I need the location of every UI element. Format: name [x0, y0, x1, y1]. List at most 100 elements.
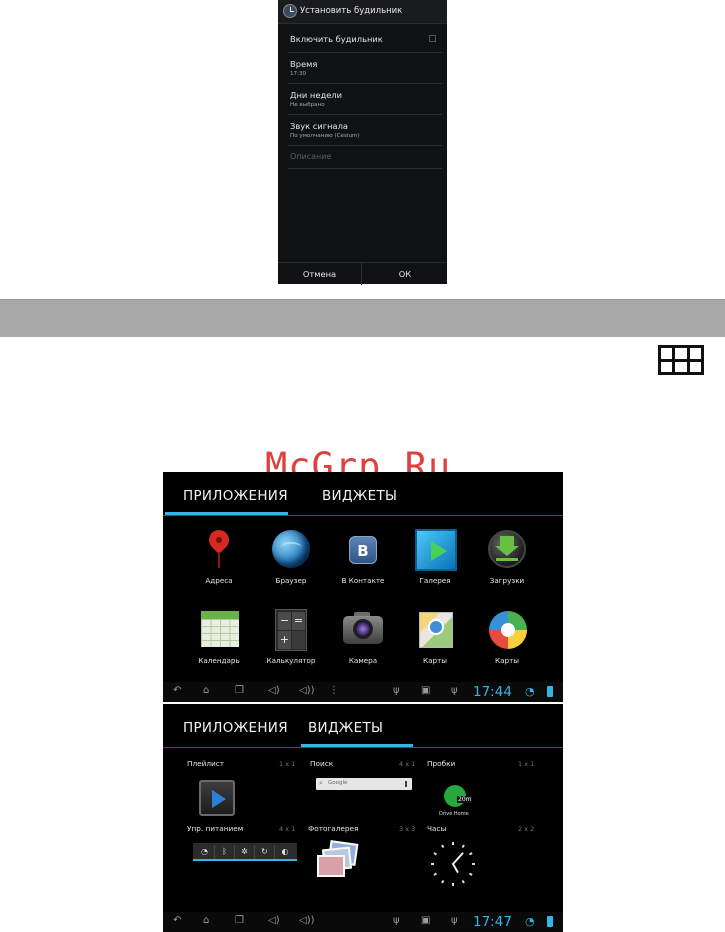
ok-button[interactable]: ОК: [363, 263, 447, 285]
volume-down-icon[interactable]: ◁): [268, 915, 280, 926]
sound-label: Звук сигнала: [290, 121, 348, 131]
mic-icon: [405, 781, 407, 787]
maps-pin-icon: [198, 525, 240, 570]
status-clock: 17:44: [473, 684, 512, 700]
app-calendar[interactable]: Календарь: [183, 608, 255, 665]
calculator-icon: − = +: [270, 608, 312, 651]
wifi-icon: ◔: [195, 845, 215, 859]
days-row[interactable]: Дни недели Не выбрано: [288, 84, 442, 115]
app-maps[interactable]: Карты: [399, 608, 471, 665]
description-placeholder: Описание: [290, 152, 332, 161]
app-downloads[interactable]: Загрузки: [471, 528, 543, 585]
search-widget-text: Google: [328, 780, 348, 786]
widget-size: 1 x 1: [279, 760, 296, 768]
tab-apps[interactable]: ПРИЛОЖЕНИЯ: [183, 488, 288, 504]
traffic-minutes: 20m: [457, 796, 473, 803]
app-label: Калькулятор: [266, 656, 316, 665]
tab-apps[interactable]: ПРИЛОЖЕНИЯ: [183, 720, 288, 736]
widget-size: 3 x 3: [399, 825, 416, 833]
battery-icon: [547, 916, 553, 927]
usb-icon: ψ: [393, 685, 400, 696]
app-calculator[interactable]: − = + Калькулятор: [255, 608, 327, 665]
tab-divider: [163, 515, 563, 516]
app-label: Галерея: [419, 576, 451, 585]
days-value: Не выбрано: [290, 102, 325, 108]
app-label: Карты: [423, 656, 447, 665]
back-icon[interactable]: ↶: [173, 915, 181, 926]
android-debug-icon: ▣: [421, 685, 431, 696]
widget-size: 2 x 2: [518, 825, 535, 833]
widgets-screen: ПРИЛОЖЕНИЯ ВИДЖЕТЫ Плейлист 1 x 1 Поиск …: [163, 704, 563, 932]
gallery-icon: [414, 528, 457, 571]
widget-size: 4 x 1: [279, 825, 296, 833]
app-browser[interactable]: Браузер: [255, 528, 327, 585]
playlist-widget-icon[interactable]: [199, 780, 235, 816]
photo-gallery-widget-icon[interactable]: [315, 840, 359, 882]
alarm-clock-icon: [283, 4, 297, 18]
wifi-icon: ◔: [525, 685, 535, 698]
home-icon[interactable]: ⌂: [203, 685, 209, 696]
sound-row[interactable]: Звук сигнала По умолчанию (Cesium): [288, 115, 442, 146]
volume-down-icon[interactable]: ◁): [268, 685, 280, 696]
app-label: В Контакте: [341, 576, 385, 585]
sync-icon: ↻: [255, 845, 275, 859]
all-apps-grid-icon: [658, 345, 704, 375]
globe-icon: [270, 528, 312, 570]
gps-icon: ✲: [235, 845, 255, 859]
dialog-title-bar: Установить будильник: [278, 0, 447, 24]
usb-connected-icon: ψ: [451, 685, 458, 696]
recent-apps-icon[interactable]: ❐: [235, 915, 244, 926]
app-label: Камера: [348, 656, 378, 665]
usb-connected-icon: ψ: [451, 915, 458, 926]
alarm-dialog: Установить будильник Включить будильник …: [278, 0, 447, 285]
widget-title: Фотогалерея: [308, 824, 359, 833]
brightness-icon: ◐: [281, 847, 289, 856]
usb-icon: ψ: [393, 915, 400, 926]
tab-bar: ПРИЛОЖЕНИЯ ВИДЖЕТЫ: [163, 704, 563, 748]
app-addresses[interactable]: Адреса: [183, 525, 255, 585]
analog-clock-widget-icon[interactable]: [431, 842, 475, 886]
widget-title: Плейлист: [187, 759, 225, 768]
tab-widgets[interactable]: ВИДЖЕТЫ: [308, 720, 383, 736]
cancel-button[interactable]: Отмена: [278, 263, 362, 285]
dialog-button-bar: Отмена ОК: [278, 262, 447, 285]
navigation-icon: [486, 608, 528, 650]
time-row[interactable]: Время 17:30: [288, 53, 442, 84]
time-value: 17:30: [290, 71, 307, 77]
menu-icon[interactable]: ⋮: [329, 685, 339, 696]
app-label: Браузер: [275, 576, 307, 585]
home-icon[interactable]: ⌂: [203, 915, 209, 926]
camera-icon: [342, 608, 384, 650]
download-icon: [486, 528, 528, 570]
app-vkontakte[interactable]: B В Контакте: [327, 528, 399, 585]
enable-alarm-label: Включить будильник: [290, 34, 383, 44]
power-control-widget[interactable]: ◔ ᛒ ✲ ↻ ◐: [193, 843, 297, 861]
traffic-widget-label: Drive Home: [439, 811, 469, 817]
tab-widgets[interactable]: ВИДЖЕТЫ: [322, 488, 397, 504]
traffic-widget-icon[interactable]: 20m: [444, 785, 473, 807]
tab-bar: ПРИЛОЖЕНИЯ ВИДЖЕТЫ: [163, 472, 563, 516]
app-gallery[interactable]: Галерея: [399, 528, 471, 585]
status-clock: 17:47: [473, 914, 512, 930]
app-navigation[interactable]: Карты: [471, 608, 543, 665]
enable-alarm-checkbox[interactable]: [429, 35, 436, 42]
days-label: Дни недели: [290, 90, 343, 100]
widget-title: Поиск: [310, 759, 334, 768]
enable-alarm-row[interactable]: Включить будильник: [288, 26, 442, 53]
widget-size: 1 x 1: [518, 760, 535, 768]
back-icon[interactable]: ↶: [173, 685, 181, 696]
android-debug-icon: ▣: [421, 915, 431, 926]
system-bar: ↶ ⌂ ❐ ◁) ◁)) ⋮ ψ ▣ ψ 17:44 ◔: [163, 682, 563, 702]
vk-icon: B: [342, 528, 384, 570]
app-camera[interactable]: Камера: [327, 608, 399, 665]
bluetooth-icon: ᛒ: [215, 845, 235, 859]
volume-up-icon[interactable]: ◁)): [299, 915, 315, 926]
dialog-title: Установить будильник: [300, 6, 403, 16]
widget-title: Пробки: [427, 759, 456, 768]
widget-title: Упр. питанием: [187, 824, 244, 833]
recent-apps-icon[interactable]: ❐: [235, 685, 244, 696]
search-icon: ⌕: [319, 779, 323, 787]
search-widget[interactable]: ⌕ Google: [316, 778, 412, 790]
apps-screen: ПРИЛОЖЕНИЯ ВИДЖЕТЫ Адреса Браузер B В Ко…: [163, 472, 563, 702]
volume-up-icon[interactable]: ◁)): [299, 685, 315, 696]
